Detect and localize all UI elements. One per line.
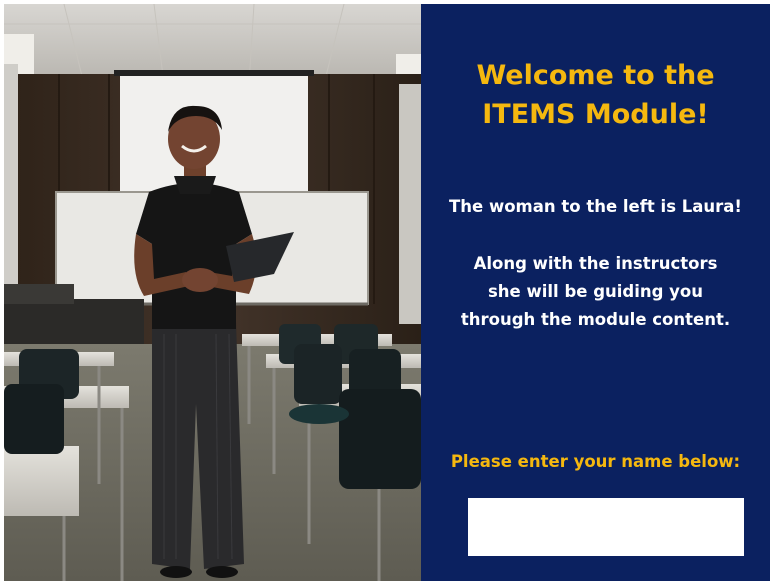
intro-text: The woman to the left is Laura! [449,197,742,216]
welcome-title-line2: ITEMS Module! [482,99,709,130]
guide-line3: through the module content. [460,310,731,329]
welcome-panel: Welcome to the ITEMS Module! The woman t… [421,4,770,581]
slide: Welcome to the ITEMS Module! The woman t… [4,4,770,581]
guide-line2: she will be guiding you [487,282,704,301]
guide-line1: Along with the instructors [473,254,718,273]
name-input[interactable] [468,498,744,556]
guide-text: Along with the instructors she will be g… [421,250,770,334]
welcome-title-line1: Welcome to the [476,60,715,91]
classroom-scene-image [4,4,421,581]
classroom-photo [4,4,421,581]
name-prompt: Please enter your name below: [450,452,741,471]
welcome-title: Welcome to the ITEMS Module! [421,56,770,134]
